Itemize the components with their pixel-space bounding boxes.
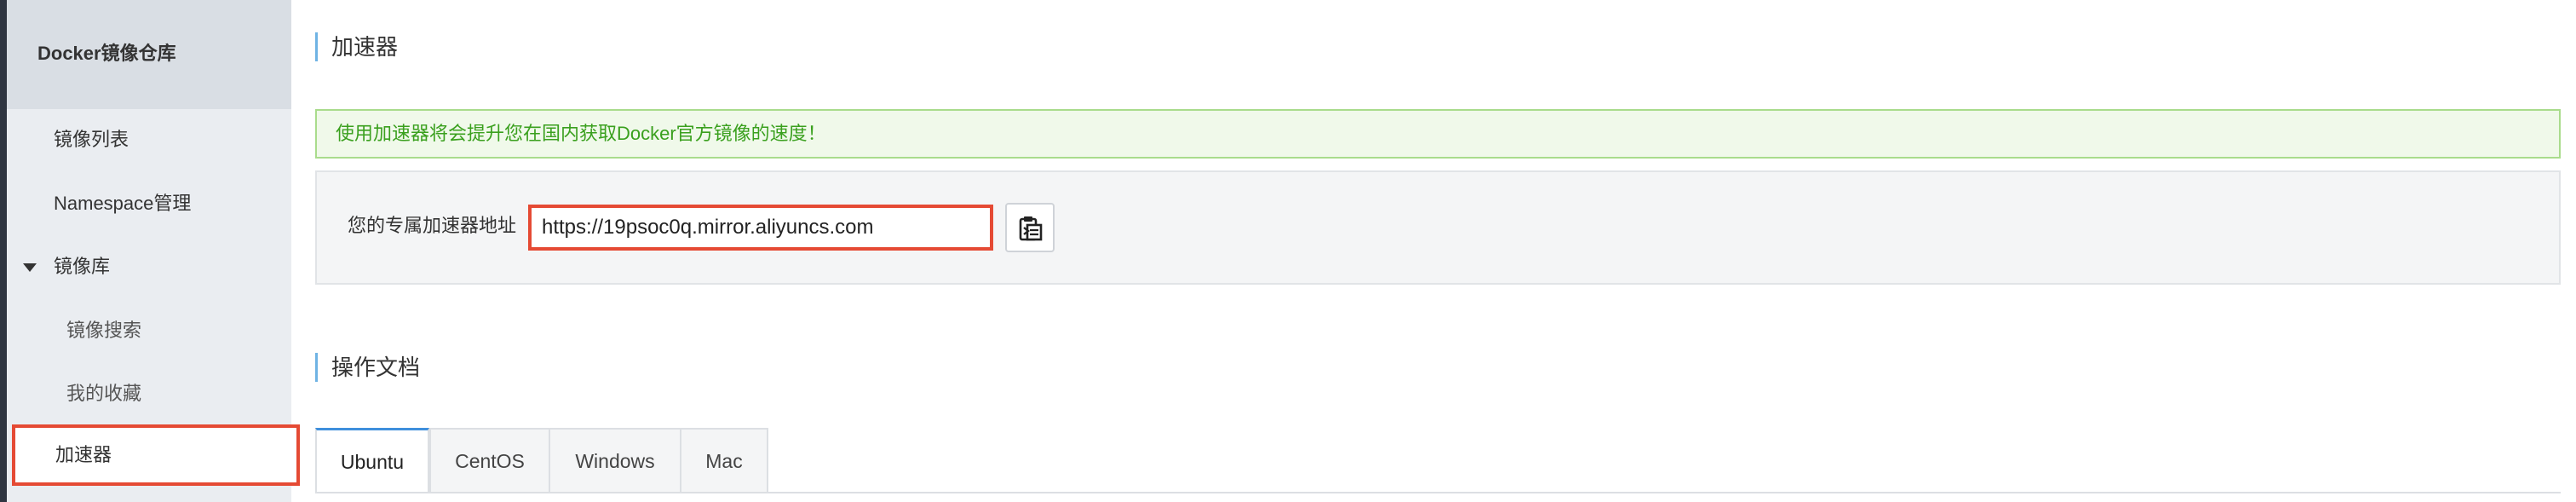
page-title: 加速器 (315, 32, 398, 61)
sidebar-item-label: 我的收藏 (66, 383, 142, 404)
tabs-divider (315, 492, 2561, 493)
sidebar-item-repository[interactable]: 镜像库 (7, 236, 291, 297)
notice-text: 使用加速器将会提升您在国内获取Docker官方镜像的速度！ (336, 123, 826, 144)
accelerator-address-label: 您的专属加速器地址 (348, 215, 517, 236)
tab-label: Windows (575, 450, 655, 472)
tab-mac[interactable]: Mac (680, 428, 768, 493)
sidebar-item-accelerator[interactable]: 加速器 (12, 424, 300, 486)
sidebar-title: Docker镜像仓库 (37, 43, 176, 64)
tab-windows[interactable]: Windows (549, 428, 681, 493)
tab-centos[interactable]: CentOS (429, 428, 550, 493)
accelerator-notice: 使用加速器将会提升您在国内获取Docker官方镜像的速度！ (315, 109, 2561, 159)
sidebar-item-label: 加速器 (55, 444, 112, 465)
accelerator-panel: 您的专属加速器地址 (315, 170, 2561, 285)
sidebar: Docker镜像仓库 镜像列表 Namespace管理 镜像库 镜像搜索 我的收… (0, 0, 300, 502)
tab-label: Ubuntu (340, 451, 405, 473)
sidebar-item-image-list[interactable]: 镜像列表 (7, 109, 291, 170)
clipboard-icon (1019, 216, 1043, 241)
caret-down-icon (23, 263, 37, 272)
sidebar-item-label: Namespace管理 (54, 193, 192, 214)
sidebar-item-image-search[interactable]: 镜像搜索 (7, 300, 291, 361)
sidebar-item-favorites[interactable]: 我的收藏 (7, 363, 291, 424)
tab-label: Mac (705, 450, 743, 472)
sidebar-item-label: 镜像搜索 (66, 320, 142, 341)
sidebar-item-namespace[interactable]: Namespace管理 (7, 173, 291, 234)
copy-address-button[interactable] (1005, 203, 1055, 252)
tab-ubuntu[interactable]: Ubuntu (315, 428, 429, 493)
sidebar-item-label: 镜像库 (54, 256, 111, 277)
tab-label: CentOS (455, 450, 525, 472)
sidebar-header: Docker镜像仓库 (7, 0, 291, 109)
sidebar-item-label: 镜像列表 (54, 129, 129, 150)
docs-heading: 操作文档 (315, 353, 420, 382)
accelerator-address-field[interactable] (528, 205, 993, 251)
